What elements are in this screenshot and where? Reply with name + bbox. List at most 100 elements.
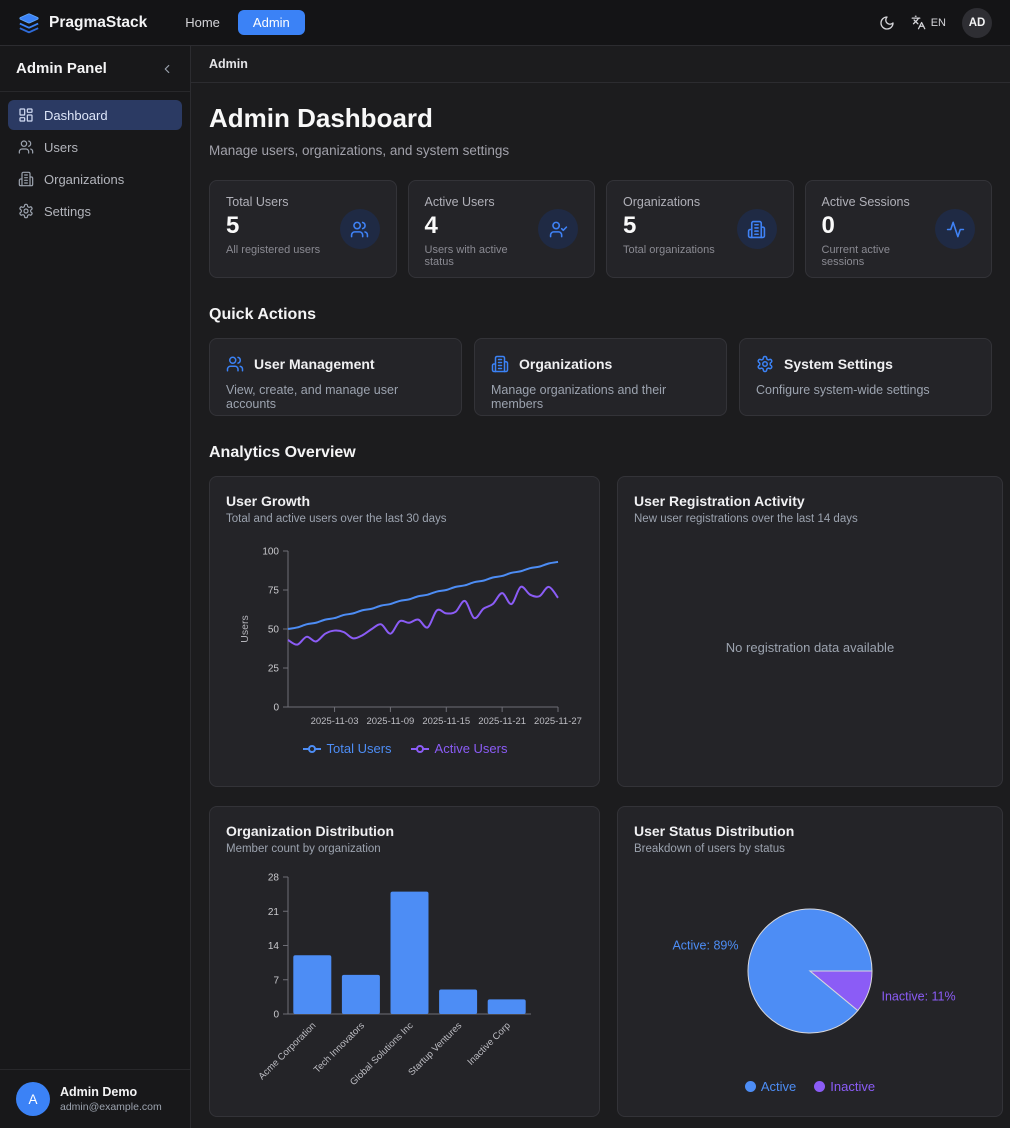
chart-title: User Status Distribution (634, 823, 986, 839)
stat-description: All registered users (226, 244, 320, 256)
dashboard-icon (18, 107, 34, 123)
sidebar: Admin Panel Dashboard (0, 46, 191, 1128)
svg-text:2025-11-21: 2025-11-21 (478, 716, 526, 727)
action-title: Organizations (519, 356, 612, 372)
analytics-heading: Analytics Overview (209, 444, 992, 462)
svg-text:2025-11-15: 2025-11-15 (422, 716, 470, 727)
empty-chart-message: No registration data available (634, 525, 986, 770)
stat-label: Organizations (623, 195, 715, 209)
legend-item[interactable]: Active (745, 1079, 796, 1094)
stat-label: Total Users (226, 195, 320, 209)
svg-text:Acme Corporation: Acme Corporation (257, 1020, 319, 1082)
stat-label: Active Sessions (822, 195, 936, 209)
users-icon (340, 209, 380, 249)
chevron-left-icon (160, 62, 174, 76)
users-icon (18, 139, 34, 155)
action-title: User Management (254, 356, 375, 372)
svg-text:75: 75 (268, 586, 280, 597)
svg-text:Tech Innovators: Tech Innovators (312, 1020, 367, 1075)
user-avatar[interactable]: AD (962, 8, 992, 38)
action-card-system-settings[interactable]: System Settings Configure system-wide se… (739, 338, 992, 416)
action-card-organizations[interactable]: Organizations Manage organizations and t… (474, 338, 727, 416)
svg-text:Inactive: 11%: Inactive: 11% (882, 990, 956, 1004)
sidebar-collapse-button[interactable] (160, 62, 174, 76)
sidebar-user-name: Admin Demo (60, 1085, 162, 1099)
stat-card-organizations: Organizations 5 Total organizations (606, 180, 794, 278)
svg-text:2025-11-27: 2025-11-27 (534, 716, 582, 727)
top-nav: Home Admin (177, 10, 305, 35)
stats-grid: Total Users 5 All registered users Activ… (209, 180, 992, 278)
svg-text:100: 100 (262, 547, 279, 558)
organization-bar-chart: 07142128Acme CorporationTech InnovatorsG… (226, 867, 583, 1097)
chart-card-user-growth: User Growth Total and active users over … (209, 476, 600, 787)
svg-text:21: 21 (268, 907, 280, 918)
chart-subtitle: Total and active users over the last 30 … (226, 513, 583, 525)
sidebar-item-organizations[interactable]: Organizations (8, 164, 182, 194)
chart-title: User Growth (226, 493, 583, 509)
svg-text:25: 25 (268, 664, 280, 675)
gear-icon (18, 203, 34, 219)
action-description: Configure system-wide settings (756, 383, 975, 397)
stat-value: 4 (425, 212, 539, 240)
language-button[interactable]: EN (911, 15, 946, 30)
legend-item[interactable]: Total Users (302, 741, 392, 756)
svg-text:14: 14 (268, 941, 280, 952)
svg-text:0: 0 (273, 1010, 279, 1021)
building-icon (491, 355, 509, 373)
sidebar-user-avatar: A (16, 1082, 50, 1116)
theme-toggle-button[interactable] (879, 15, 895, 31)
languages-icon (911, 15, 926, 30)
chart-subtitle: Member count by organization (226, 843, 583, 855)
svg-text:Inactive Corp: Inactive Corp (465, 1020, 512, 1067)
chart-card-registration-activity: User Registration Activity New user regi… (617, 476, 1003, 787)
stat-value: 0 (822, 212, 936, 240)
nav-home[interactable]: Home (177, 10, 228, 35)
svg-text:50: 50 (268, 625, 280, 636)
breadcrumb[interactable]: Admin (191, 46, 1010, 83)
page-subtitle: Manage users, organizations, and system … (209, 143, 992, 158)
sidebar-item-dashboard[interactable]: Dashboard (8, 100, 182, 130)
legend-item[interactable]: Inactive (814, 1079, 875, 1094)
svg-text:Active: 89%: Active: 89% (672, 938, 738, 952)
sidebar-item-label: Settings (44, 204, 91, 219)
topbar-actions: EN AD (879, 8, 992, 38)
sidebar-item-settings[interactable]: Settings (8, 196, 182, 226)
users-icon (226, 355, 244, 373)
sidebar-item-label: Dashboard (44, 108, 108, 123)
sidebar-header: Admin Panel (0, 46, 190, 92)
action-description: Manage organizations and their members (491, 383, 710, 411)
stat-value: 5 (623, 212, 715, 240)
building-icon (18, 171, 34, 187)
sidebar-item-users[interactable]: Users (8, 132, 182, 162)
charts-grid: User Growth Total and active users over … (209, 476, 992, 1117)
sidebar-item-label: Users (44, 140, 78, 155)
main-content: Admin Admin Dashboard Manage users, orga… (191, 46, 1010, 1128)
language-label: EN (931, 17, 946, 29)
svg-text:28: 28 (268, 873, 280, 884)
sidebar-user-email: admin@example.com (60, 1101, 162, 1113)
action-card-user-management[interactable]: User Management View, create, and manage… (209, 338, 462, 416)
chart-legend: Total Users Active Users (226, 741, 583, 756)
svg-text:Startup Ventures: Startup Ventures (406, 1020, 464, 1078)
stat-description: Current active sessions (822, 244, 936, 268)
chart-legend: Active Inactive (634, 1079, 986, 1094)
stat-description: Users with active status (425, 244, 539, 268)
chart-title: User Registration Activity (634, 493, 986, 509)
sidebar-user[interactable]: A Admin Demo admin@example.com (0, 1069, 190, 1128)
sidebar-nav: Dashboard Users Organiza (0, 92, 190, 234)
svg-text:0: 0 (273, 703, 279, 714)
legend-item[interactable]: Active Users (410, 741, 508, 756)
svg-text:2025-11-03: 2025-11-03 (311, 716, 359, 727)
brand[interactable]: PragmaStack (18, 12, 147, 34)
quick-actions-grid: User Management View, create, and manage… (209, 338, 992, 416)
nav-admin[interactable]: Admin (238, 10, 305, 35)
stat-card-total-users: Total Users 5 All registered users (209, 180, 397, 278)
chart-subtitle: Breakdown of users by status (634, 843, 986, 855)
stat-card-active-sessions: Active Sessions 0 Current active session… (805, 180, 993, 278)
page-title: Admin Dashboard (209, 103, 992, 134)
gear-icon (756, 355, 774, 373)
svg-text:2025-11-09: 2025-11-09 (366, 716, 414, 727)
stat-label: Active Users (425, 195, 539, 209)
sidebar-title: Admin Panel (16, 60, 107, 77)
stat-description: Total organizations (623, 244, 715, 256)
